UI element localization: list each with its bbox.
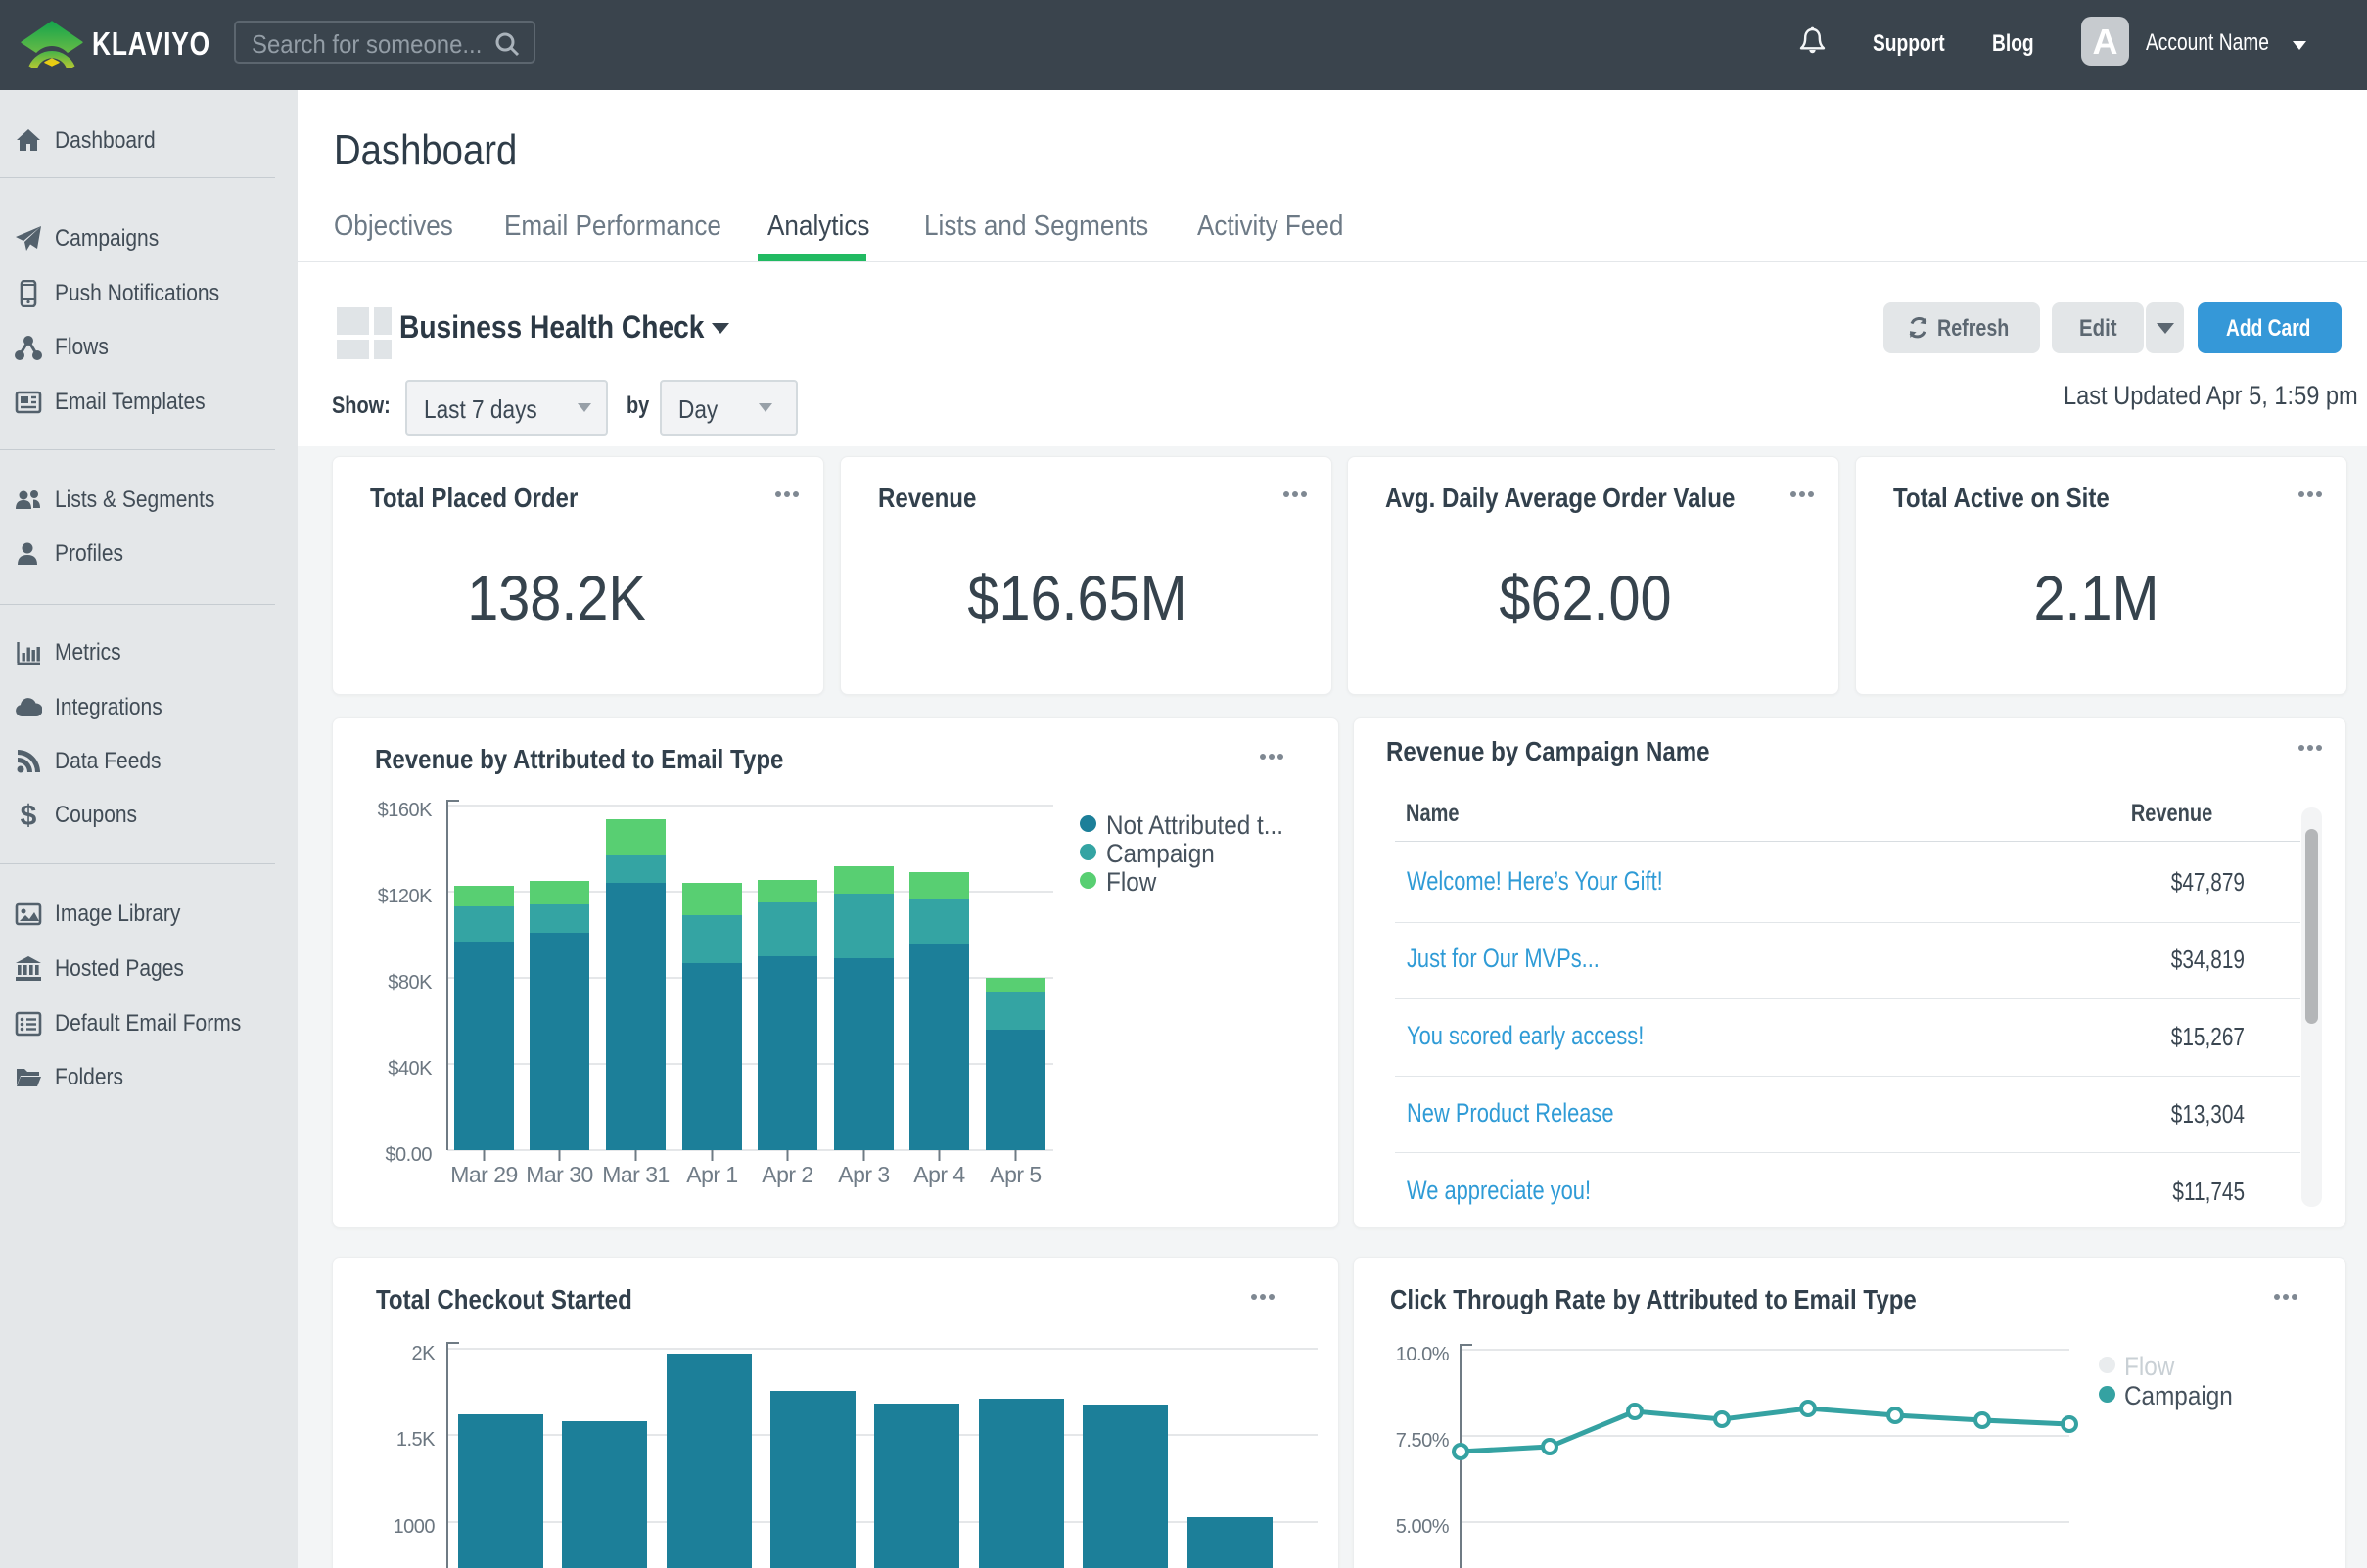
svg-text:Mar 30: Mar 30 bbox=[526, 1162, 593, 1187]
svg-text:10.0%: 10.0% bbox=[1396, 1344, 1450, 1365]
svg-text:1000: 1000 bbox=[394, 1516, 436, 1538]
svg-text:Apr 4: Apr 4 bbox=[913, 1162, 965, 1187]
svg-text:$120K: $120K bbox=[378, 886, 433, 907]
svg-text:5.00%: 5.00% bbox=[1396, 1516, 1450, 1538]
svg-text:$160K: $160K bbox=[378, 800, 433, 821]
svg-text:2K: 2K bbox=[412, 1343, 437, 1364]
svg-text:Mar 31: Mar 31 bbox=[602, 1162, 670, 1187]
svg-text:Apr 5: Apr 5 bbox=[990, 1162, 1041, 1187]
svg-text:7.50%: 7.50% bbox=[1396, 1430, 1450, 1452]
svg-text:1.5K: 1.5K bbox=[396, 1429, 436, 1451]
svg-text:Mar 29: Mar 29 bbox=[450, 1162, 518, 1187]
svg-text:$40K: $40K bbox=[388, 1058, 433, 1080]
svg-text:$: $ bbox=[21, 802, 37, 829]
svg-text:$0.00: $0.00 bbox=[385, 1144, 432, 1166]
svg-text:$80K: $80K bbox=[388, 972, 433, 993]
svg-text:Apr 3: Apr 3 bbox=[838, 1162, 889, 1187]
svg-text:Apr 2: Apr 2 bbox=[762, 1162, 812, 1187]
svg-text:Apr 1: Apr 1 bbox=[686, 1162, 737, 1187]
